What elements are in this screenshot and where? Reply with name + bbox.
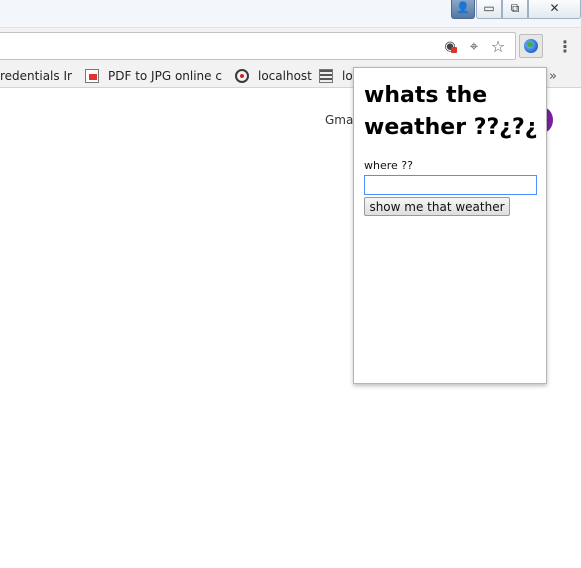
person-icon: 👤	[456, 1, 470, 14]
bookmarks-overflow-button[interactable]: »	[549, 64, 563, 88]
close-button[interactable]: ✕	[528, 0, 581, 19]
bookmark-label: PDF to JPG online co	[108, 69, 222, 83]
menu-icon[interactable]: ⋮	[555, 32, 575, 60]
bookmark-localhost[interactable]: localhost	[235, 64, 315, 88]
pdf-icon	[85, 69, 99, 83]
bookmark-lo[interactable]: lo	[319, 64, 353, 88]
document-icon	[319, 69, 333, 83]
bookmark-pdf-to-jpg[interactable]: PDF to JPG online co	[85, 64, 222, 88]
star-glyph: ☆	[490, 36, 506, 56]
localhost-icon	[235, 69, 249, 83]
target-glyph: ⌖	[469, 37, 479, 55]
restore-button[interactable]: ⧉	[502, 0, 528, 19]
weather-popup: whats the weather ??¿?¿ where ?? show me…	[353, 67, 547, 384]
bookmark-label: lo	[342, 69, 353, 83]
bookmark-star-icon[interactable]: ☆	[488, 32, 508, 60]
chevron-right-icon: »	[549, 68, 557, 84]
minimize-button[interactable]: ▭	[476, 0, 502, 19]
profile-button[interactable]: 👤	[451, 0, 475, 19]
weather-extension-button[interactable]	[519, 34, 543, 58]
location-input[interactable]	[364, 175, 537, 195]
address-bar[interactable]	[0, 32, 516, 60]
close-icon: ✕	[549, 1, 560, 15]
blocked-badge	[451, 47, 457, 53]
restore-icon: ⧉	[510, 1, 520, 15]
bookmark-credentials[interactable]: redentials In U	[0, 64, 72, 88]
bookmark-label: localhost	[258, 69, 312, 83]
window-titlebar: 👤 ▭ ⧉ ✕	[0, 0, 581, 28]
minimize-icon: ▭	[483, 1, 495, 15]
gmail-link[interactable]: Gma	[325, 113, 353, 127]
show-weather-button[interactable]: show me that weather	[364, 197, 510, 216]
globe-icon	[524, 39, 538, 53]
popup-title: whats the weather ??¿?¿	[364, 83, 538, 140]
bookmark-label: redentials In U	[0, 69, 72, 83]
menu-glyph: ⋮	[557, 36, 573, 56]
location-target-icon[interactable]: ⌖	[464, 32, 484, 60]
where-label: where ??	[364, 159, 413, 172]
browser-toolbar: ◉ ⌖ ☆ ⋮	[0, 28, 581, 64]
blocked-location-icon[interactable]: ◉	[440, 32, 460, 60]
